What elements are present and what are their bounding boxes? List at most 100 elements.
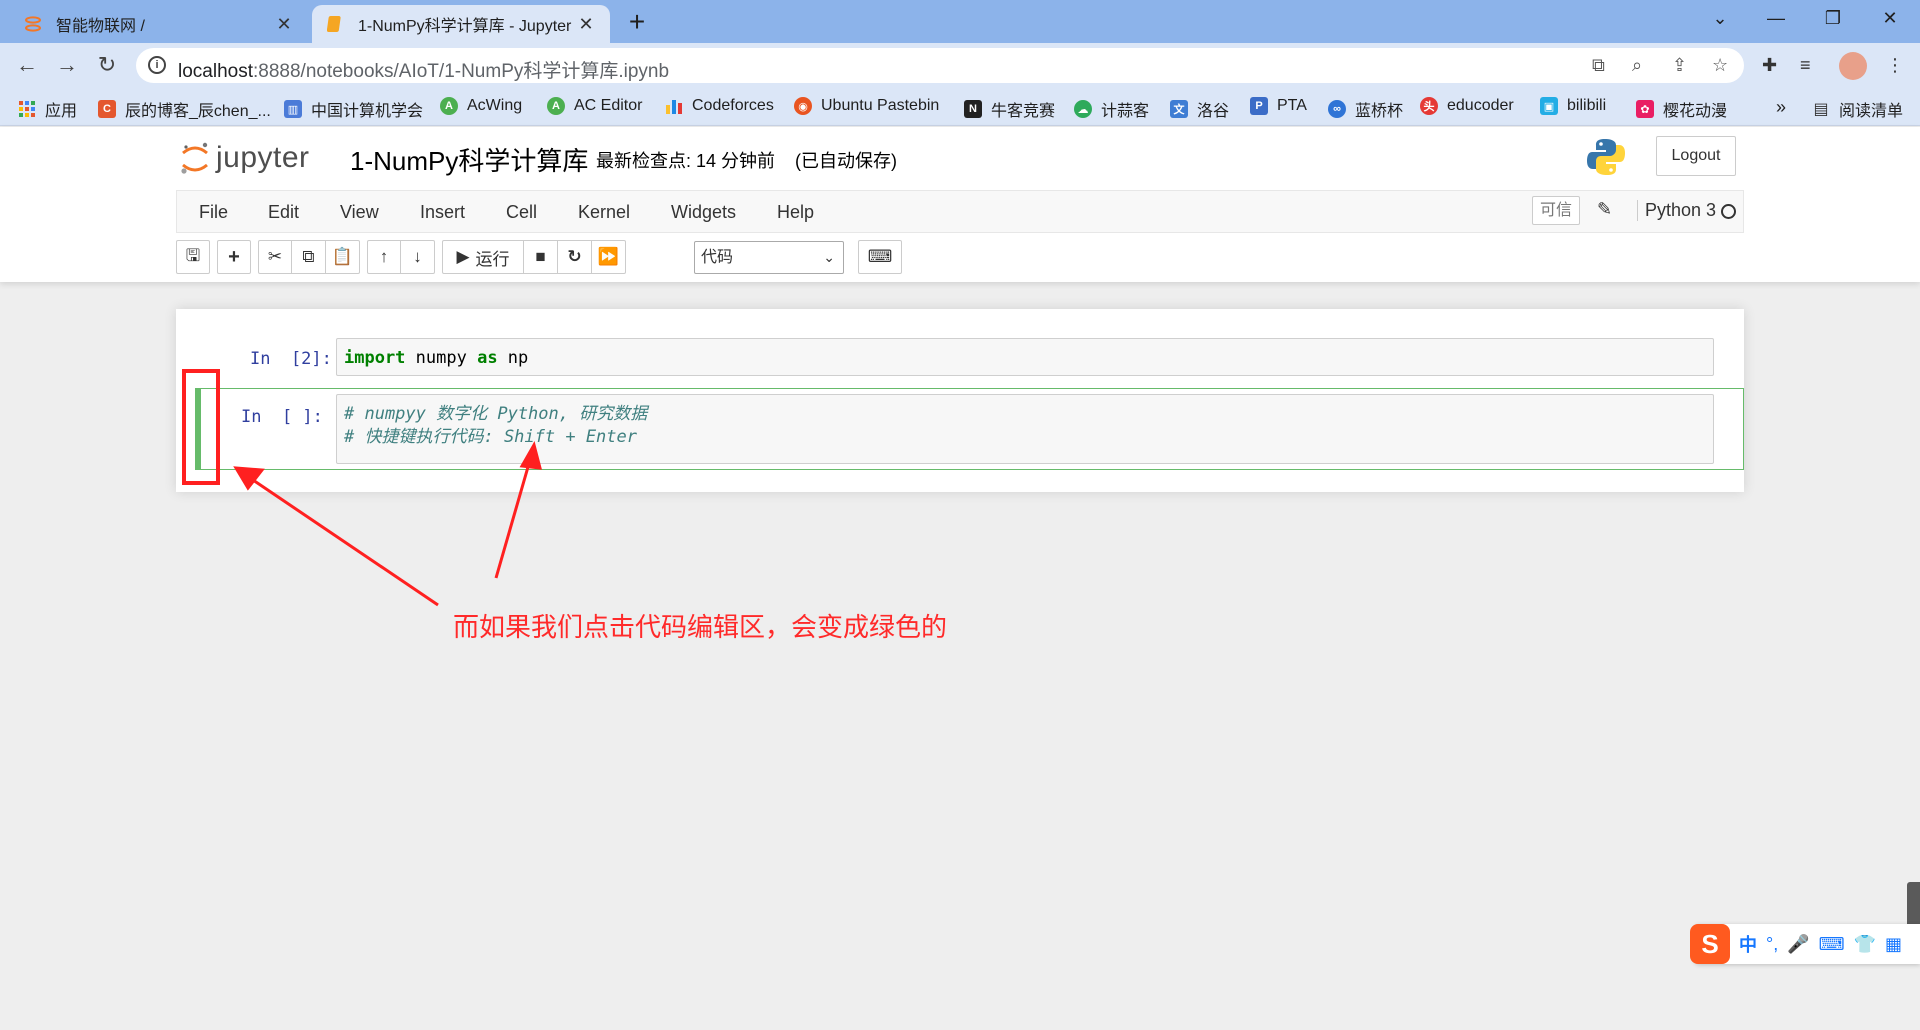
pta-icon: P: [1250, 97, 1268, 115]
ubuntu-icon: ◉: [794, 97, 812, 115]
notebook-title[interactable]: 1-NumPy科学计算库: [350, 141, 588, 178]
menu-file[interactable]: File: [199, 202, 228, 223]
jupyter-favicon-icon: [24, 15, 42, 33]
save-button[interactable]: 🖫: [176, 240, 210, 274]
microphone-icon[interactable]: 🎤: [1787, 934, 1809, 955]
menu-kernel[interactable]: Kernel: [578, 202, 630, 223]
notebook-toolbar: 🖫 + ✂ ⧉ 📋 ↑ ↓ ▶ 运行 ■ ↻ ⏩ 代码 ⌄ ⌨: [176, 240, 1776, 276]
bookmark-luogu[interactable]: 文洛谷: [1170, 97, 1229, 121]
bookmark-ubuntu-pastebin[interactable]: ◉ Ubuntu Pastebin: [794, 97, 939, 115]
bookmark-acwing[interactable]: A AcWing: [440, 97, 522, 115]
ccf-icon: ▥: [284, 100, 302, 118]
profile-avatar[interactable]: [1839, 52, 1867, 80]
cell-2-code-editor[interactable]: # numpyy 数字化 Python, 研究数据 # 快捷键执行代码: Shi…: [336, 394, 1714, 464]
reading-list-icon: ▤: [1813, 101, 1829, 118]
menu-insert[interactable]: Insert: [420, 202, 465, 223]
bookmark-star-icon[interactable]: ☆: [1712, 55, 1728, 76]
play-icon: ▶: [456, 247, 470, 266]
stop-icon: ■: [535, 247, 546, 266]
cell-type-select[interactable]: 代码 ⌄: [694, 241, 844, 274]
jupyter-logo[interactable]: jupyter: [180, 136, 310, 180]
interrupt-kernel-button[interactable]: ■: [524, 240, 558, 274]
browser-menu-icon[interactable]: ⋮: [1886, 55, 1904, 76]
extensions-puzzle-icon[interactable]: ✚: [1762, 55, 1777, 76]
more-bookmarks-button[interactable]: »: [1776, 97, 1786, 118]
paste-cells-button[interactable]: 📋: [326, 240, 360, 274]
menu-view[interactable]: View: [340, 202, 379, 223]
close-tab-icon[interactable]: ✕: [576, 14, 596, 35]
bookmark-lanqiao[interactable]: ∞ 蓝桥杯: [1328, 97, 1403, 121]
skin-shirt-icon[interactable]: 👕: [1854, 934, 1876, 955]
notebook-favicon-icon: [326, 15, 344, 33]
punctuation-icon[interactable]: °,: [1766, 934, 1778, 955]
browser-toolbar: ← → ↻ i localhost:8888/notebooks/AIoT/1-…: [0, 43, 1920, 88]
arrow-up-icon: ↑: [379, 247, 389, 266]
new-tab-button[interactable]: +: [622, 8, 652, 36]
bookmark-bilibili[interactable]: ▣ bilibili: [1540, 97, 1606, 115]
educoder-icon: 头: [1420, 97, 1438, 115]
soft-keyboard-icon[interactable]: ⌨: [1819, 934, 1845, 955]
bookmark-educoder[interactable]: 头 educoder: [1420, 97, 1514, 115]
bookmark-sakura[interactable]: ✿ 樱花动漫: [1636, 97, 1727, 121]
restart-run-all-button[interactable]: ⏩: [592, 240, 626, 274]
copy-cells-button[interactable]: ⧉: [292, 240, 326, 274]
close-window-icon[interactable]: ✕: [1870, 8, 1910, 29]
bookmark-pta[interactable]: P PTA: [1250, 97, 1307, 115]
browser-tab-2[interactable]: 1-NumPy科学计算库 - Jupyter N ✕: [312, 5, 610, 43]
menu-edit[interactable]: Edit: [268, 202, 299, 223]
move-cell-down-button[interactable]: ↓: [401, 240, 435, 274]
restart-icon: ↻: [567, 247, 582, 266]
close-tab-icon[interactable]: ✕: [274, 14, 294, 35]
reload-icon[interactable]: ↻: [92, 51, 122, 81]
logout-button[interactable]: Logout: [1656, 136, 1736, 176]
paste-icon: 📋: [331, 247, 354, 266]
bookmark-nowcoder[interactable]: N 牛客竞赛: [964, 97, 1055, 121]
cell-2-prompt: In [ ]:: [241, 407, 323, 427]
site-info-icon[interactable]: i: [148, 56, 166, 74]
move-cell-up-button[interactable]: ↑: [367, 240, 401, 274]
tab-title: 1-NumPy科学计算库 - Jupyter N: [358, 18, 576, 35]
run-button[interactable]: ▶ 运行: [442, 240, 524, 274]
translate-icon[interactable]: ⧉: [1592, 55, 1605, 76]
kernel-name[interactable]: Python 3: [1637, 200, 1716, 221]
sogou-logo-icon[interactable]: S: [1690, 924, 1730, 964]
media-control-icon[interactable]: ≡: [1800, 55, 1811, 76]
jupyter-header: jupyter 1-NumPy科学计算库 最新检查点: 14 分钟前 (已自动保…: [0, 127, 1920, 282]
bookmark-jisuanke[interactable]: ☁ 计蒜客: [1074, 97, 1149, 121]
insert-cell-below-button[interactable]: +: [217, 240, 251, 274]
tab-search-chevron-down-icon[interactable]: ⌄: [1700, 8, 1740, 29]
reading-list-button[interactable]: ▤ 阅读清单: [1812, 97, 1903, 121]
url-text[interactable]: localhost:8888/notebooks/AIoT/1-NumPy科学计…: [178, 56, 669, 83]
menu-cell[interactable]: Cell: [506, 202, 537, 223]
csdn-icon: C: [98, 100, 116, 118]
ime-language[interactable]: 中: [1739, 931, 1757, 957]
menu-help[interactable]: Help: [777, 202, 814, 223]
chevron-down-icon: ⌄: [823, 249, 835, 265]
edit-mode-pencil-icon: ✎: [1597, 199, 1613, 219]
address-bar[interactable]: i localhost:8888/notebooks/AIoT/1-NumPy科…: [136, 48, 1744, 83]
restore-window-icon[interactable]: ❐: [1813, 8, 1853, 29]
browser-tab-1[interactable]: 智能物联网 / ✕: [10, 5, 308, 43]
cell-1-prompt: In [2]:: [250, 349, 332, 369]
checkpoint-status: 最新检查点: 14 分钟前: [596, 151, 776, 171]
ime-toolbar: S 中 °, 🎤 ⌨ 👕 ▦: [1690, 924, 1920, 964]
bookmark-apps[interactable]: 应用: [18, 97, 77, 121]
acwing-icon: A: [440, 97, 458, 115]
bookmark-ac-editor[interactable]: A AC Editor: [547, 97, 642, 115]
back-arrow-icon[interactable]: ←: [12, 51, 42, 81]
toolbox-grid-icon[interactable]: ▦: [1885, 934, 1902, 955]
bookmark-csdn[interactable]: C 辰的博客_辰chen_...: [98, 97, 271, 121]
command-palette-button[interactable]: ⌨: [858, 240, 902, 274]
cut-cells-button[interactable]: ✂: [258, 240, 292, 274]
cell-1-code-editor[interactable]: import numpy as np: [336, 338, 1714, 376]
bookmark-ccf[interactable]: ▥ 中国计算机学会: [284, 97, 423, 121]
bookmark-codeforces[interactable]: Codeforces: [665, 97, 774, 115]
menu-widgets[interactable]: Widgets: [671, 202, 736, 223]
forward-arrow-icon[interactable]: →: [52, 51, 82, 81]
keyboard-icon: ⌨: [867, 247, 893, 266]
minimize-window-icon[interactable]: —: [1756, 8, 1796, 29]
zoom-icon[interactable]: ⌕: [1632, 55, 1642, 76]
share-icon[interactable]: ⇪: [1672, 55, 1687, 76]
trusted-indicator[interactable]: 可信: [1532, 196, 1580, 225]
restart-kernel-button[interactable]: ↻: [558, 240, 592, 274]
